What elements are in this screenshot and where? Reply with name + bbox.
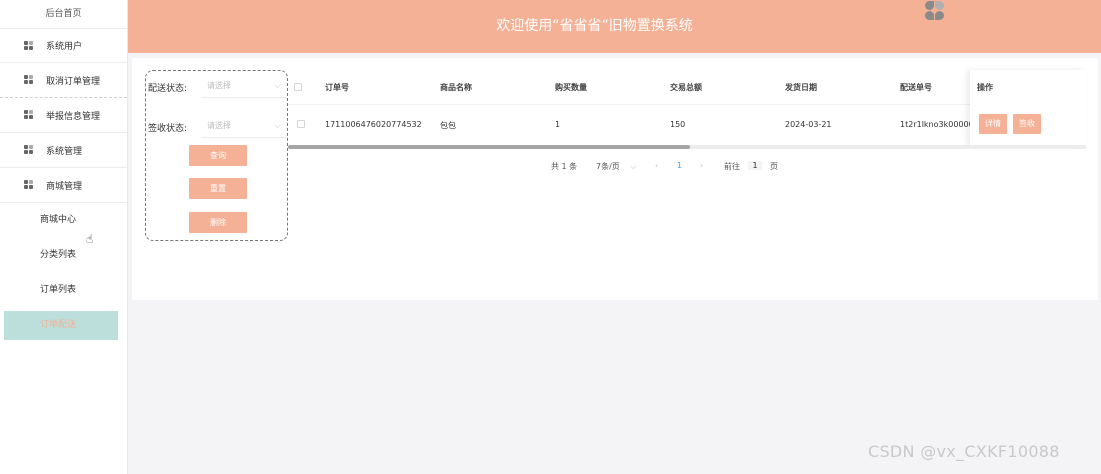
sidebar-item-system-management[interactable]: 系统管理	[0, 133, 127, 168]
sidebar-home[interactable]: 后台首页	[0, 0, 127, 28]
sidebar: 后台首页 系统用户 取消订单管理 举报信息管理 系统管理 商城管理 商城中心 分…	[0, 0, 128, 474]
query-button[interactable]: 查询	[189, 145, 247, 166]
column-header-operation: 操作	[977, 83, 993, 92]
delivery-status-select[interactable]: 请选择 ⌵	[201, 74, 287, 98]
column-header-product-name: 商品名称	[440, 83, 472, 92]
chevron-down-icon: ⌵	[630, 162, 637, 171]
row-divider	[288, 104, 970, 105]
filter-panel: 配送状态: 请选择 ⌵ 签收状态: 请选择 ⌵ 查询 重置 删除	[145, 70, 288, 241]
grid-icon	[24, 145, 35, 155]
cell-delivery-no: 1t2r1lkno3k00000	[900, 120, 974, 129]
chevron-down-icon: ⌵	[274, 121, 281, 131]
column-header-ship-date: 发货日期	[785, 83, 817, 92]
delete-button[interactable]: 删除	[189, 212, 247, 233]
cell-product-name: 包包	[440, 121, 456, 130]
delivery-status-placeholder: 请选择	[207, 81, 231, 90]
cell-quantity: 1	[555, 120, 561, 129]
sidebar-item-mall-management[interactable]: 商城管理	[0, 168, 127, 203]
cell-ship-date: 2024-03-21	[785, 120, 832, 129]
sidebar-subitem-category-list[interactable]: 分类列表	[0, 238, 127, 273]
column-header-total: 交易总额	[670, 83, 702, 92]
scrollbar-thumb[interactable]	[288, 145, 690, 149]
receipt-status-select[interactable]: 请选择 ⌵	[201, 114, 287, 138]
sidebar-item-label: 举报信息管理	[46, 111, 101, 122]
sidebar-subitem-order-list[interactable]: 订单列表	[0, 273, 127, 308]
sidebar-item-system-users[interactable]: 系统用户	[0, 28, 127, 63]
column-header-delivery-no: 配送单号	[900, 83, 932, 92]
sidebar-item-reports[interactable]: 举报信息管理	[0, 98, 127, 133]
grid-icon	[24, 110, 35, 120]
hand-cursor-icon: ☝	[86, 232, 94, 246]
orders-table: 订单号 商品名称 购买数量 交易总额 发货日期 配送单号 17110064760…	[288, 70, 974, 148]
operation-column: 操作 详情 签收	[970, 70, 1086, 146]
chevron-left-icon[interactable]: ‹	[655, 161, 658, 170]
cell-total: 150	[670, 120, 686, 129]
grid-icon	[24, 75, 35, 85]
chevron-down-icon: ⌵	[274, 81, 281, 91]
delivery-status-label: 配送状态:	[148, 84, 188, 94]
horizontal-scrollbar[interactable]	[288, 145, 1086, 149]
column-header-quantity: 购买数量	[555, 83, 587, 92]
header: 欢迎使用“省省省”旧物置换系统	[128, 0, 1101, 53]
receipt-status-placeholder: 请选择	[207, 121, 231, 130]
sidebar-subitem-mall-center[interactable]: 商城中心	[0, 203, 127, 238]
sidebar-item-label: 商城管理	[46, 181, 83, 192]
grid-icon	[24, 180, 35, 190]
detail-button[interactable]: 详情	[979, 114, 1007, 134]
page-size-label: 7条/页	[596, 162, 620, 171]
goto-page-input[interactable]: 1	[748, 161, 762, 170]
pagination-total: 共 1 条	[551, 162, 578, 171]
reset-button[interactable]: 重置	[189, 178, 247, 199]
logo-icon[interactable]	[924, 0, 946, 22]
chevron-right-icon[interactable]: ›	[700, 161, 703, 170]
cell-order-no: 1711006476020774532	[325, 120, 422, 129]
page-title: 欢迎使用“省省省”旧物置换系统	[496, 18, 693, 34]
column-header-order-no: 订单号	[325, 83, 349, 92]
row-checkbox[interactable]	[297, 120, 305, 128]
sidebar-item-cancel-orders[interactable]: 取消订单管理	[0, 63, 127, 98]
page-suffix: 页	[770, 162, 778, 171]
sidebar-item-label: 取消订单管理	[46, 76, 101, 87]
page-number-current[interactable]: 1	[677, 161, 682, 170]
select-all-checkbox[interactable]	[294, 83, 302, 91]
watermark: CSDN @vx_CXKF10088	[868, 442, 1060, 461]
receipt-status-label: 签收状态:	[148, 124, 188, 134]
sidebar-subitem-order-delivery[interactable]: 订单配送	[4, 311, 118, 340]
receive-button[interactable]: 签收	[1013, 114, 1041, 134]
grid-icon	[24, 40, 35, 51]
sidebar-item-label: 系统用户	[46, 42, 83, 52]
page-size-select[interactable]: 7条/页 ⌵	[596, 161, 636, 172]
goto-label: 前往	[724, 162, 740, 171]
sidebar-item-label: 系统管理	[46, 146, 83, 157]
